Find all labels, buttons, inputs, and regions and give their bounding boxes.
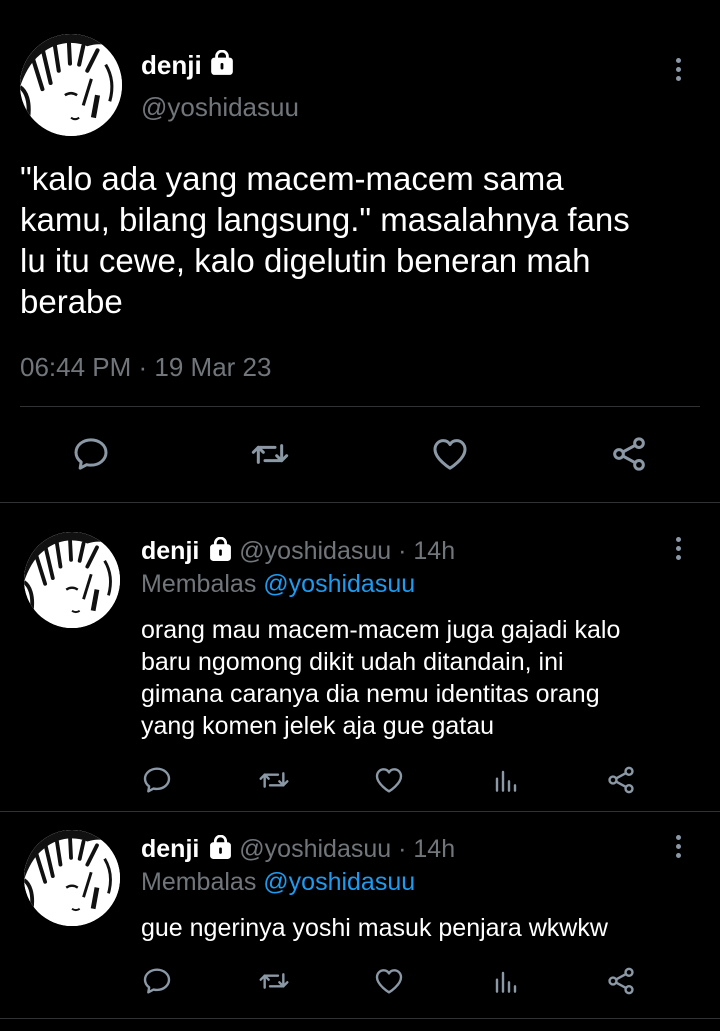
retweet-icon[interactable] [258, 764, 290, 796]
replying-to: Membalas @yoshidasuu [141, 570, 415, 599]
divider [0, 811, 720, 812]
display-name[interactable]: denji [141, 537, 199, 565]
tweet-text-line: kamu, bilang langsung." masalahnya fans [20, 201, 630, 238]
views-icon[interactable] [489, 764, 521, 796]
reply-header: denji @yoshidasuu · 14h [141, 537, 455, 566]
divider [20, 406, 700, 407]
replying-label: Membalas [141, 868, 257, 896]
reply-text-line: baru ngomong dikit udah ditandain, ini [141, 648, 564, 676]
reply-text: orang mau macem-macem juga gajadi kalo b… [141, 614, 711, 742]
lock-icon [209, 50, 235, 76]
avatar[interactable] [24, 830, 120, 926]
lock-icon [208, 537, 233, 562]
replying-label: Membalas [141, 570, 257, 598]
like-icon[interactable] [373, 764, 405, 796]
divider [0, 502, 720, 503]
lock-icon [208, 835, 233, 860]
tweet-text-line: "kalo ada yang macem-macem sama [20, 160, 564, 197]
more-vertical-icon[interactable] [675, 537, 683, 564]
tweet-text: "kalo ada yang macem-macem sama kamu, bi… [20, 158, 710, 322]
more-vertical-icon[interactable] [675, 58, 683, 85]
time-label[interactable]: · 14h [398, 835, 455, 863]
like-icon[interactable] [430, 434, 470, 474]
reply-text-line: gimana caranya dia nemu identitas orang [141, 680, 600, 708]
views-icon[interactable] [489, 965, 521, 997]
reply-icon[interactable] [71, 434, 111, 474]
more-vertical-icon[interactable] [675, 835, 683, 862]
reply-text-line: gue ngerinya yoshi masuk penjara wkwkw [141, 914, 608, 942]
reply-text: gue ngerinya yoshi masuk penjara wkwkw [141, 912, 711, 944]
handle[interactable]: @yoshidasuu [141, 92, 299, 123]
handle[interactable]: @yoshidasuu [239, 537, 391, 565]
tweet-text-line: lu itu cewe, kalo digelutin beneran mah [20, 242, 591, 279]
avatar[interactable] [24, 532, 120, 628]
display-name[interactable]: denji [141, 50, 202, 81]
replying-to: Membalas @yoshidasuu [141, 868, 415, 897]
share-icon[interactable] [609, 434, 649, 474]
reply-icon[interactable] [141, 965, 173, 997]
retweet-icon[interactable] [250, 434, 290, 474]
time-label[interactable]: · 14h [398, 537, 455, 565]
mention-link[interactable]: @yoshidasuu [263, 868, 415, 896]
share-icon[interactable] [605, 965, 637, 997]
tweet-text-line: berabe [20, 283, 123, 320]
reply-text-line: yang komen jelek aja gue gatau [141, 712, 495, 740]
display-name[interactable]: denji [141, 835, 199, 863]
reply-header: denji @yoshidasuu · 14h [141, 835, 455, 864]
handle[interactable]: @yoshidasuu [239, 835, 391, 863]
reply-icon[interactable] [141, 764, 173, 796]
reply-text-line: orang mau macem-macem juga gajadi kalo [141, 616, 621, 644]
avatar[interactable] [20, 34, 122, 136]
mention-link[interactable]: @yoshidasuu [263, 570, 415, 598]
divider [0, 1018, 720, 1019]
share-icon[interactable] [605, 764, 637, 796]
retweet-icon[interactable] [258, 965, 290, 997]
like-icon[interactable] [373, 965, 405, 997]
timestamp[interactable]: 06:44 PM · 19 Mar 23 [20, 352, 271, 383]
